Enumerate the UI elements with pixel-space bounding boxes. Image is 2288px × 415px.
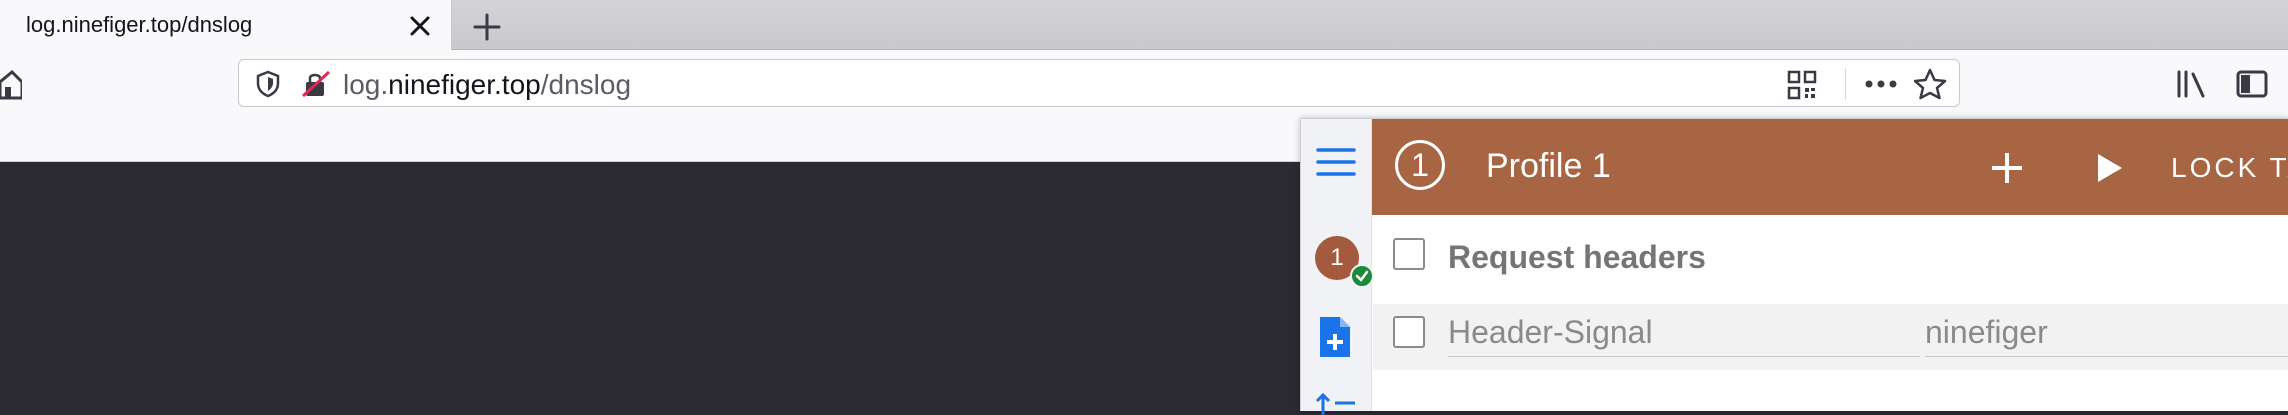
profile-number: 1 bbox=[1395, 140, 1445, 190]
library-icon[interactable] bbox=[2176, 70, 2208, 98]
insecure-lock-icon[interactable] bbox=[301, 70, 331, 98]
more-icon[interactable] bbox=[1863, 74, 1899, 94]
shield-icon[interactable] bbox=[255, 70, 281, 98]
browser-tab[interactable]: log.ninefiger.top/dnslog bbox=[0, 0, 452, 50]
play-icon[interactable] bbox=[2094, 152, 2124, 184]
qr-code-icon[interactable] bbox=[1787, 70, 1817, 100]
header-value-field[interactable]: ninefiger bbox=[1925, 314, 2288, 357]
url-path: /dnslog bbox=[540, 69, 632, 100]
close-icon[interactable] bbox=[402, 8, 438, 44]
tab-strip: log.ninefiger.top/dnslog bbox=[0, 0, 2288, 50]
lock-tab-button[interactable]: LOCK TA bbox=[2171, 152, 2288, 184]
header-row-checkbox[interactable] bbox=[1393, 316, 1425, 348]
header-name-field[interactable]: Header-Signal bbox=[1448, 314, 1920, 357]
url-bar[interactable]: log.ninefiger.top/dnslog bbox=[238, 59, 1960, 107]
sidebar-icon[interactable] bbox=[2236, 70, 2268, 98]
profile-title[interactable]: Profile 1 bbox=[1486, 147, 1611, 186]
url-host: ninefiger.top bbox=[388, 69, 541, 100]
panel-sidebar: 1 bbox=[1301, 119, 1374, 415]
hamburger-icon[interactable] bbox=[1316, 145, 1356, 179]
section-title: Request headers bbox=[1448, 239, 1706, 275]
url-prefix: log. bbox=[343, 69, 389, 100]
new-tab-button[interactable] bbox=[466, 6, 508, 46]
url-text[interactable]: log.ninefiger.top/dnslog bbox=[343, 69, 631, 101]
home-icon[interactable] bbox=[0, 70, 22, 100]
profile-header: 1 Profile 1 LOCK TA bbox=[1372, 119, 2288, 215]
plus-icon[interactable] bbox=[1988, 149, 2026, 187]
request-headers-checkbox[interactable] bbox=[1393, 238, 1425, 270]
sort-icon[interactable] bbox=[1315, 391, 1357, 415]
star-icon[interactable] bbox=[1913, 68, 1947, 100]
add-file-icon[interactable] bbox=[1317, 315, 1353, 359]
tab-title: log.ninefiger.top/dnslog bbox=[26, 12, 253, 37]
active-check-icon bbox=[1350, 264, 1374, 288]
url-bar-separator bbox=[1845, 68, 1846, 100]
header-row: Header-Signal ninefiger bbox=[1373, 304, 2288, 370]
